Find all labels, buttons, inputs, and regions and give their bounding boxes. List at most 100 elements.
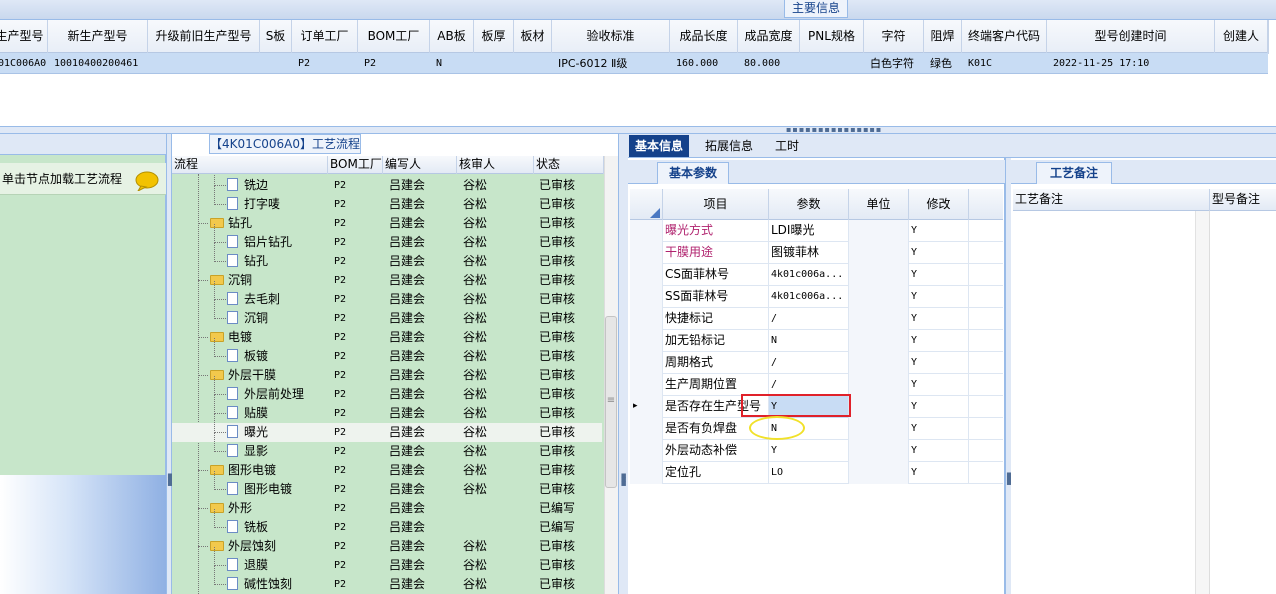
cell-s-board[interactable]	[264, 53, 292, 74]
col-old-model-no[interactable]: 升级前旧生产型号	[148, 20, 260, 53]
row-indicator[interactable]	[630, 242, 663, 264]
param-row[interactable]: 周期格式 / Y	[630, 352, 1003, 374]
col-unit[interactable]: 单位	[849, 189, 909, 220]
tree-node[interactable]: 外层蚀刻	[210, 537, 276, 556]
col-writer[interactable]: 编写人	[383, 156, 457, 174]
col-modify[interactable]: 修改	[909, 189, 969, 220]
tree-row[interactable]: 铣板 P2 吕建会 已编写	[172, 509, 602, 537]
cell-unit[interactable]	[849, 440, 909, 462]
cell-modify[interactable]: Y	[909, 308, 969, 330]
tree-row[interactable]: 铣边 P2 吕建会 谷松 已审核	[172, 174, 602, 195]
cell-unit[interactable]	[849, 330, 909, 352]
cell-modify[interactable]: Y	[909, 242, 969, 264]
cell-new-model-no[interactable]: 10010400200461	[52, 53, 148, 74]
cell-finished-length[interactable]: 160.000	[674, 53, 738, 74]
tree-row[interactable]: 电镀 P2 吕建会 谷松 已审核	[172, 328, 602, 347]
col-order-factory[interactable]: 订单工厂	[292, 20, 358, 53]
cell-modify[interactable]: Y	[909, 264, 969, 286]
col-new-model-no[interactable]: 新生产型号	[48, 20, 148, 53]
tab-process-notes[interactable]: 工艺备注	[1036, 162, 1112, 184]
cell-unit[interactable]	[849, 308, 909, 330]
col-legend-color[interactable]: 字符	[864, 20, 924, 53]
cell-board-material[interactable]	[518, 53, 552, 74]
tree-node[interactable]: 外层干膜	[210, 366, 276, 385]
col-solder-mask[interactable]: 阻焊	[924, 20, 962, 53]
tree-node[interactable]: 打字唛	[227, 195, 280, 214]
param-row[interactable]: 外层动态补偿 Y Y	[630, 440, 1003, 462]
row-indicator[interactable]	[630, 264, 663, 286]
row-indicator[interactable]	[630, 286, 663, 308]
row-indicator[interactable]	[630, 374, 663, 396]
cell-modify[interactable]: Y	[909, 374, 969, 396]
tree-row[interactable]: 铝片钻孔 P2 吕建会 谷松 已审核	[172, 224, 602, 252]
tree-row[interactable]: 沉铜 P2 吕建会 谷松 已审核	[172, 271, 602, 290]
tree-row[interactable]: 外形 P2 吕建会 已编写	[172, 499, 602, 518]
cell-unit[interactable]	[849, 264, 909, 286]
cell-legend-color[interactable]: 白色字符	[868, 53, 924, 74]
col-model-no[interactable]: 生产型号	[0, 20, 48, 53]
cell-unit[interactable]	[849, 418, 909, 440]
col-s-board[interactable]: S板	[260, 20, 292, 53]
cell-unit[interactable]	[849, 462, 909, 484]
cell-modify[interactable]: Y	[909, 352, 969, 374]
tree-row[interactable]: 去毛刺 P2 吕建会 谷松 已审核	[172, 281, 602, 309]
param-row[interactable]: 加无铅标记 N Y	[630, 330, 1003, 352]
cell-param[interactable]: /	[769, 308, 849, 330]
row-indicator[interactable]	[630, 330, 663, 352]
cell-acceptance-standard[interactable]: IPC-6012 Ⅱ级	[556, 53, 670, 74]
tree-row[interactable]: 图形电镀 P2 吕建会 谷松 已审核	[172, 461, 602, 480]
param-row[interactable]: SS面菲林号 4k01c006a... Y	[630, 286, 1003, 308]
cell-param[interactable]: 图镀菲林	[769, 242, 849, 264]
col-board-material[interactable]: 板材	[514, 20, 552, 53]
cell-ab-board[interactable]: N	[434, 53, 474, 74]
param-row[interactable]: 生产周期位置 / Y	[630, 374, 1003, 396]
cell-bom-factory[interactable]: P2	[362, 53, 430, 74]
cell-modify[interactable]: Y	[909, 440, 969, 462]
cell-modify[interactable]: Y	[909, 286, 969, 308]
tree-node[interactable]: 曝光	[227, 423, 268, 442]
col-finished-width[interactable]: 成品宽度	[738, 20, 800, 53]
tree-row[interactable]: 外层蚀刻 P2 吕建会 谷松 已审核	[172, 537, 602, 556]
tree-row[interactable]: 碱性蚀刻 P2 吕建会 谷松 已审核	[172, 566, 602, 594]
col-status[interactable]: 状态	[534, 156, 604, 174]
cell-modify[interactable]: Y	[909, 418, 969, 440]
splitter-grip-icon[interactable]: ▪▪▪▪▪▪▪▪▪▪▪▪▪▪▪	[786, 126, 881, 134]
tree-row[interactable]: 显影 P2 吕建会 谷松 已审核	[172, 433, 602, 461]
param-row[interactable]: CS面菲林号 4k01c006a... Y	[630, 264, 1003, 286]
cell-modify[interactable]: Y	[909, 462, 969, 484]
col-bom-factory[interactable]: BOM工厂	[328, 156, 383, 174]
tree-node[interactable]: 显影	[227, 442, 268, 461]
cell-param[interactable]: 4k01c006a...	[769, 286, 849, 308]
process-remark-scrollbar[interactable]	[1195, 211, 1209, 594]
tree-node[interactable]: 贴膜	[227, 404, 268, 423]
tab-work-hours[interactable]: 工时	[769, 135, 805, 157]
tree-node[interactable]: 铣边	[227, 176, 268, 195]
param-row[interactable]: 是否有负焊盘 N Y	[630, 418, 1003, 440]
col-customer-code[interactable]: 终端客户代码	[962, 20, 1047, 53]
main-info-scrollbar[interactable]	[1268, 20, 1276, 54]
process-flow-tree[interactable]: 铣边 P2 吕建会 谷松 已审核 打字唛 P2 吕建会 谷松 已审核 钻孔 P2 吕建会 谷松 已审核 铝片钻…	[172, 174, 604, 594]
col-ab-board[interactable]: AB板	[430, 20, 474, 53]
cell-unit[interactable]	[849, 242, 909, 264]
row-indicator[interactable]	[630, 418, 663, 440]
tree-row[interactable]: 外层前处理 P2 吕建会 谷松 已审核	[172, 376, 602, 404]
tab-basic-info[interactable]: 基本信息	[629, 135, 690, 157]
tree-node[interactable]: 去毛刺	[227, 290, 280, 309]
param-row[interactable]: 干膜用途 图镀菲林 Y	[630, 242, 1003, 264]
cell-param[interactable]: 4k01c006a...	[769, 264, 849, 286]
tree-node[interactable]: 沉铜	[227, 309, 268, 328]
col-pnl-spec[interactable]: PNL规格	[800, 20, 864, 53]
tree-node[interactable]: 钻孔	[227, 252, 268, 271]
cell-model-no[interactable]: 01C006A0	[0, 53, 48, 74]
cell-created-time[interactable]: 2022-11-25 17:10	[1051, 53, 1215, 74]
tree-row[interactable]: 板镀 P2 吕建会 谷松 已审核	[172, 338, 602, 366]
col-board-thickness[interactable]: 板厚	[474, 20, 514, 53]
col-created-time[interactable]: 型号创建时间	[1047, 20, 1215, 53]
col-bom-factory[interactable]: BOM工厂	[358, 20, 430, 53]
tree-node[interactable]: 退膜	[227, 556, 268, 575]
row-indicator[interactable]	[630, 308, 663, 330]
row-indicator[interactable]: ▸	[630, 396, 663, 418]
tab-basic-params[interactable]: 基本参数	[657, 162, 729, 184]
model-remark-area[interactable]	[1210, 211, 1276, 594]
cell-modify[interactable]: Y	[909, 330, 969, 352]
